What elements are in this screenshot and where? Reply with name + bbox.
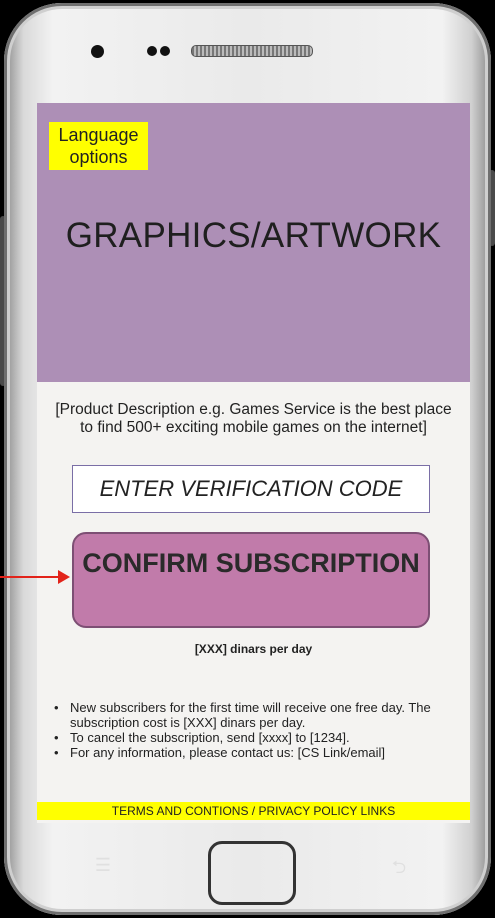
red-arrow-icon <box>0 576 60 578</box>
list-item: New subscribers for the first time will … <box>53 700 463 730</box>
terms-list: New subscribers for the first time will … <box>53 700 463 760</box>
back-key-icon[interactable]: ⮌ <box>384 855 414 877</box>
terms-privacy-links[interactable]: TERMS AND CONTIONS / PRIVACY POLICY LINK… <box>37 802 470 820</box>
product-description: [Product Description e.g. Games Service … <box>55 401 452 436</box>
price-text: [XXX] dinars per day <box>194 642 313 656</box>
list-item: For any information, please contact us: … <box>53 745 463 760</box>
confirm-subscription-button[interactable]: CONFIRM SUBSCRIPTION <box>72 532 430 628</box>
front-camera <box>91 45 104 58</box>
phone-frame: Language options GRAPHICS/ARTWORK [Produ… <box>4 3 491 915</box>
red-arrow-icon-head <box>58 570 70 584</box>
home-button-icon[interactable] <box>208 841 296 905</box>
hero-graphics-label: GRAPHICS/ARTWORK <box>65 216 442 255</box>
earpiece-speaker <box>191 45 313 57</box>
hero-graphics: Language options GRAPHICS/ARTWORK <box>37 103 470 382</box>
light-sensor <box>160 46 170 56</box>
menu-key-icon[interactable]: ☰ <box>88 855 118 877</box>
list-item: To cancel the subscription, send [xxxx] … <box>53 730 463 745</box>
language-options-button[interactable]: Language options <box>49 122 148 170</box>
phone-screen: Language options GRAPHICS/ARTWORK [Produ… <box>37 103 470 823</box>
proximity-sensor <box>147 46 157 56</box>
verification-code-input[interactable]: ENTER VERIFICATION CODE <box>72 465 430 513</box>
